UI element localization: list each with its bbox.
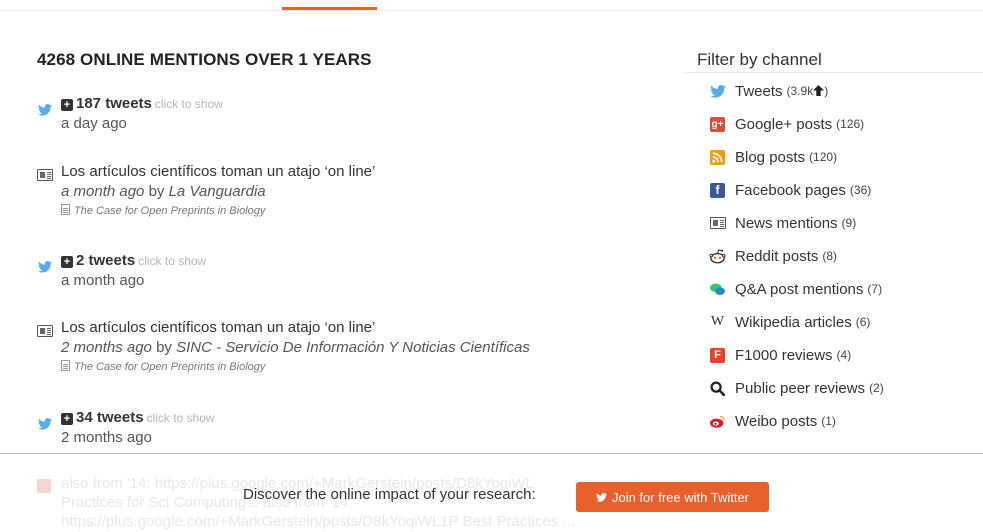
twitter-icon xyxy=(596,492,607,502)
mention-time: 2 months ago xyxy=(61,339,152,356)
channel-filter-reddit[interactable]: Reddit posts (8) xyxy=(709,245,837,267)
by-label: by xyxy=(156,339,172,356)
channel-label: Blog posts xyxy=(735,148,806,166)
channel-label: Public peer reviews xyxy=(735,379,866,397)
channel-filter-qa[interactable]: Q&A post mentions (7) xyxy=(709,278,882,300)
twitter-icon xyxy=(38,261,52,273)
channel-label: Reddit posts xyxy=(735,247,819,265)
channel-label: F1000 reviews xyxy=(735,346,833,364)
weibo-icon xyxy=(709,413,726,430)
channel-filter-f1000[interactable]: F F1000 reviews (4) xyxy=(709,344,851,366)
channel-label: Wikipedia articles xyxy=(735,313,852,331)
channel-count: (7) xyxy=(867,282,883,296)
mention-item-news: Los artículos científicos toman un atajo… xyxy=(37,318,647,373)
mention-time: a month ago xyxy=(61,183,145,200)
document-icon xyxy=(61,360,70,371)
sidebar-divider xyxy=(685,72,983,73)
rss-icon xyxy=(709,149,726,166)
channel-count: (126) xyxy=(836,117,865,131)
google-plus-icon xyxy=(37,479,51,493)
news-icon xyxy=(37,325,53,337)
mention-time: a month ago xyxy=(61,272,145,289)
twitter-icon xyxy=(709,83,726,100)
channel-count: (3.9k) xyxy=(786,84,829,98)
arrow-up-icon xyxy=(813,85,825,96)
tweet-count-link[interactable]: 2 tweets xyxy=(76,252,135,269)
faded-mention-line: https://plus.google.com/+MarkGerstein/po… xyxy=(61,513,575,530)
search-icon xyxy=(709,380,726,397)
join-with-twitter-button[interactable]: Join for free with Twitter xyxy=(576,482,769,512)
channel-count: (8) xyxy=(822,249,838,263)
google-plus-icon: g+ xyxy=(710,116,725,132)
expand-plus-icon[interactable]: + xyxy=(61,413,73,425)
qa-icon xyxy=(709,281,726,298)
active-tab-indicator xyxy=(282,0,377,10)
tab-bar-divider xyxy=(0,10,983,11)
channel-count: (1) xyxy=(821,414,836,428)
channel-count: (4) xyxy=(836,348,852,362)
channel-label: Weibo posts xyxy=(735,412,818,430)
wikipedia-icon: W xyxy=(710,314,725,329)
document-icon xyxy=(61,204,70,215)
mention-time: 2 months ago xyxy=(61,429,152,446)
join-button-label: Join for free with Twitter xyxy=(611,489,750,505)
news-title-link[interactable]: Los artículos científicos toman un atajo… xyxy=(61,318,651,338)
expand-plus-icon[interactable]: + xyxy=(61,99,73,111)
click-to-show-hint[interactable]: click to show xyxy=(155,97,223,111)
channel-filter-blogs[interactable]: Blog posts (120) xyxy=(709,146,837,168)
channel-count: (9) xyxy=(841,216,857,230)
channel-count: (36) xyxy=(849,183,872,197)
channel-label: News mentions xyxy=(735,214,838,232)
channel-label: Google+ posts xyxy=(735,115,833,133)
f1000-icon: F xyxy=(709,347,726,364)
click-to-show-hint[interactable]: click to show xyxy=(138,254,206,268)
mention-item-news: Los artículos científicos toman un atajo… xyxy=(37,162,647,217)
tweet-count-link[interactable]: 34 tweets xyxy=(76,409,144,426)
reddit-icon xyxy=(709,248,726,265)
channel-filter-peer-reviews[interactable]: Public peer reviews (2) xyxy=(709,377,884,399)
news-title-link[interactable]: Los artículos científicos toman un atajo… xyxy=(61,162,651,182)
mention-time: a day ago xyxy=(61,115,127,132)
twitter-icon xyxy=(38,104,52,116)
channel-filter-wikipedia[interactable]: W Wikipedia articles (6) xyxy=(709,311,871,333)
channel-filter-news[interactable]: News mentions (9) xyxy=(709,212,856,234)
tweet-count-link[interactable]: 187 tweets xyxy=(76,95,152,112)
news-source: La Vanguardia xyxy=(168,183,266,200)
channel-filter-tweets[interactable]: Tweets (3.9k) xyxy=(709,80,828,102)
channel-count: (120) xyxy=(809,150,838,164)
news-source: SINC - Servicio De Información Y Noticia… xyxy=(176,339,530,356)
filter-by-channel-title: Filter by channel xyxy=(697,50,822,69)
paper-title: The Case for Open Preprints in Biology xyxy=(74,205,266,217)
channel-label: Tweets xyxy=(735,82,783,100)
channel-filter-weibo[interactable]: Weibo posts (1) xyxy=(709,410,836,432)
footer-divider xyxy=(0,453,983,454)
paper-title: The Case for Open Preprints in Biology xyxy=(74,361,266,373)
facebook-icon: f xyxy=(709,182,726,199)
channel-filter-facebook[interactable]: f Facebook pages (36) xyxy=(709,179,871,201)
expand-plus-icon[interactable]: + xyxy=(61,256,73,268)
channel-label: Facebook pages xyxy=(735,181,846,199)
twitter-icon xyxy=(38,418,52,430)
channel-filter-google-plus[interactable]: g+ Google+ posts (126) xyxy=(709,113,864,135)
channel-count: (6) xyxy=(855,315,871,329)
by-label: by xyxy=(148,183,165,200)
mentions-heading: 4268 ONLINE MENTIONS OVER 1 YEARS xyxy=(37,50,372,69)
news-icon xyxy=(37,169,53,181)
news-icon xyxy=(709,215,726,232)
click-to-show-hint[interactable]: click to show xyxy=(147,411,215,425)
discover-prompt: Discover the online impact of your resea… xyxy=(243,486,536,503)
channel-label: Q&A post mentions xyxy=(735,280,864,298)
channel-count: (2) xyxy=(869,381,884,395)
